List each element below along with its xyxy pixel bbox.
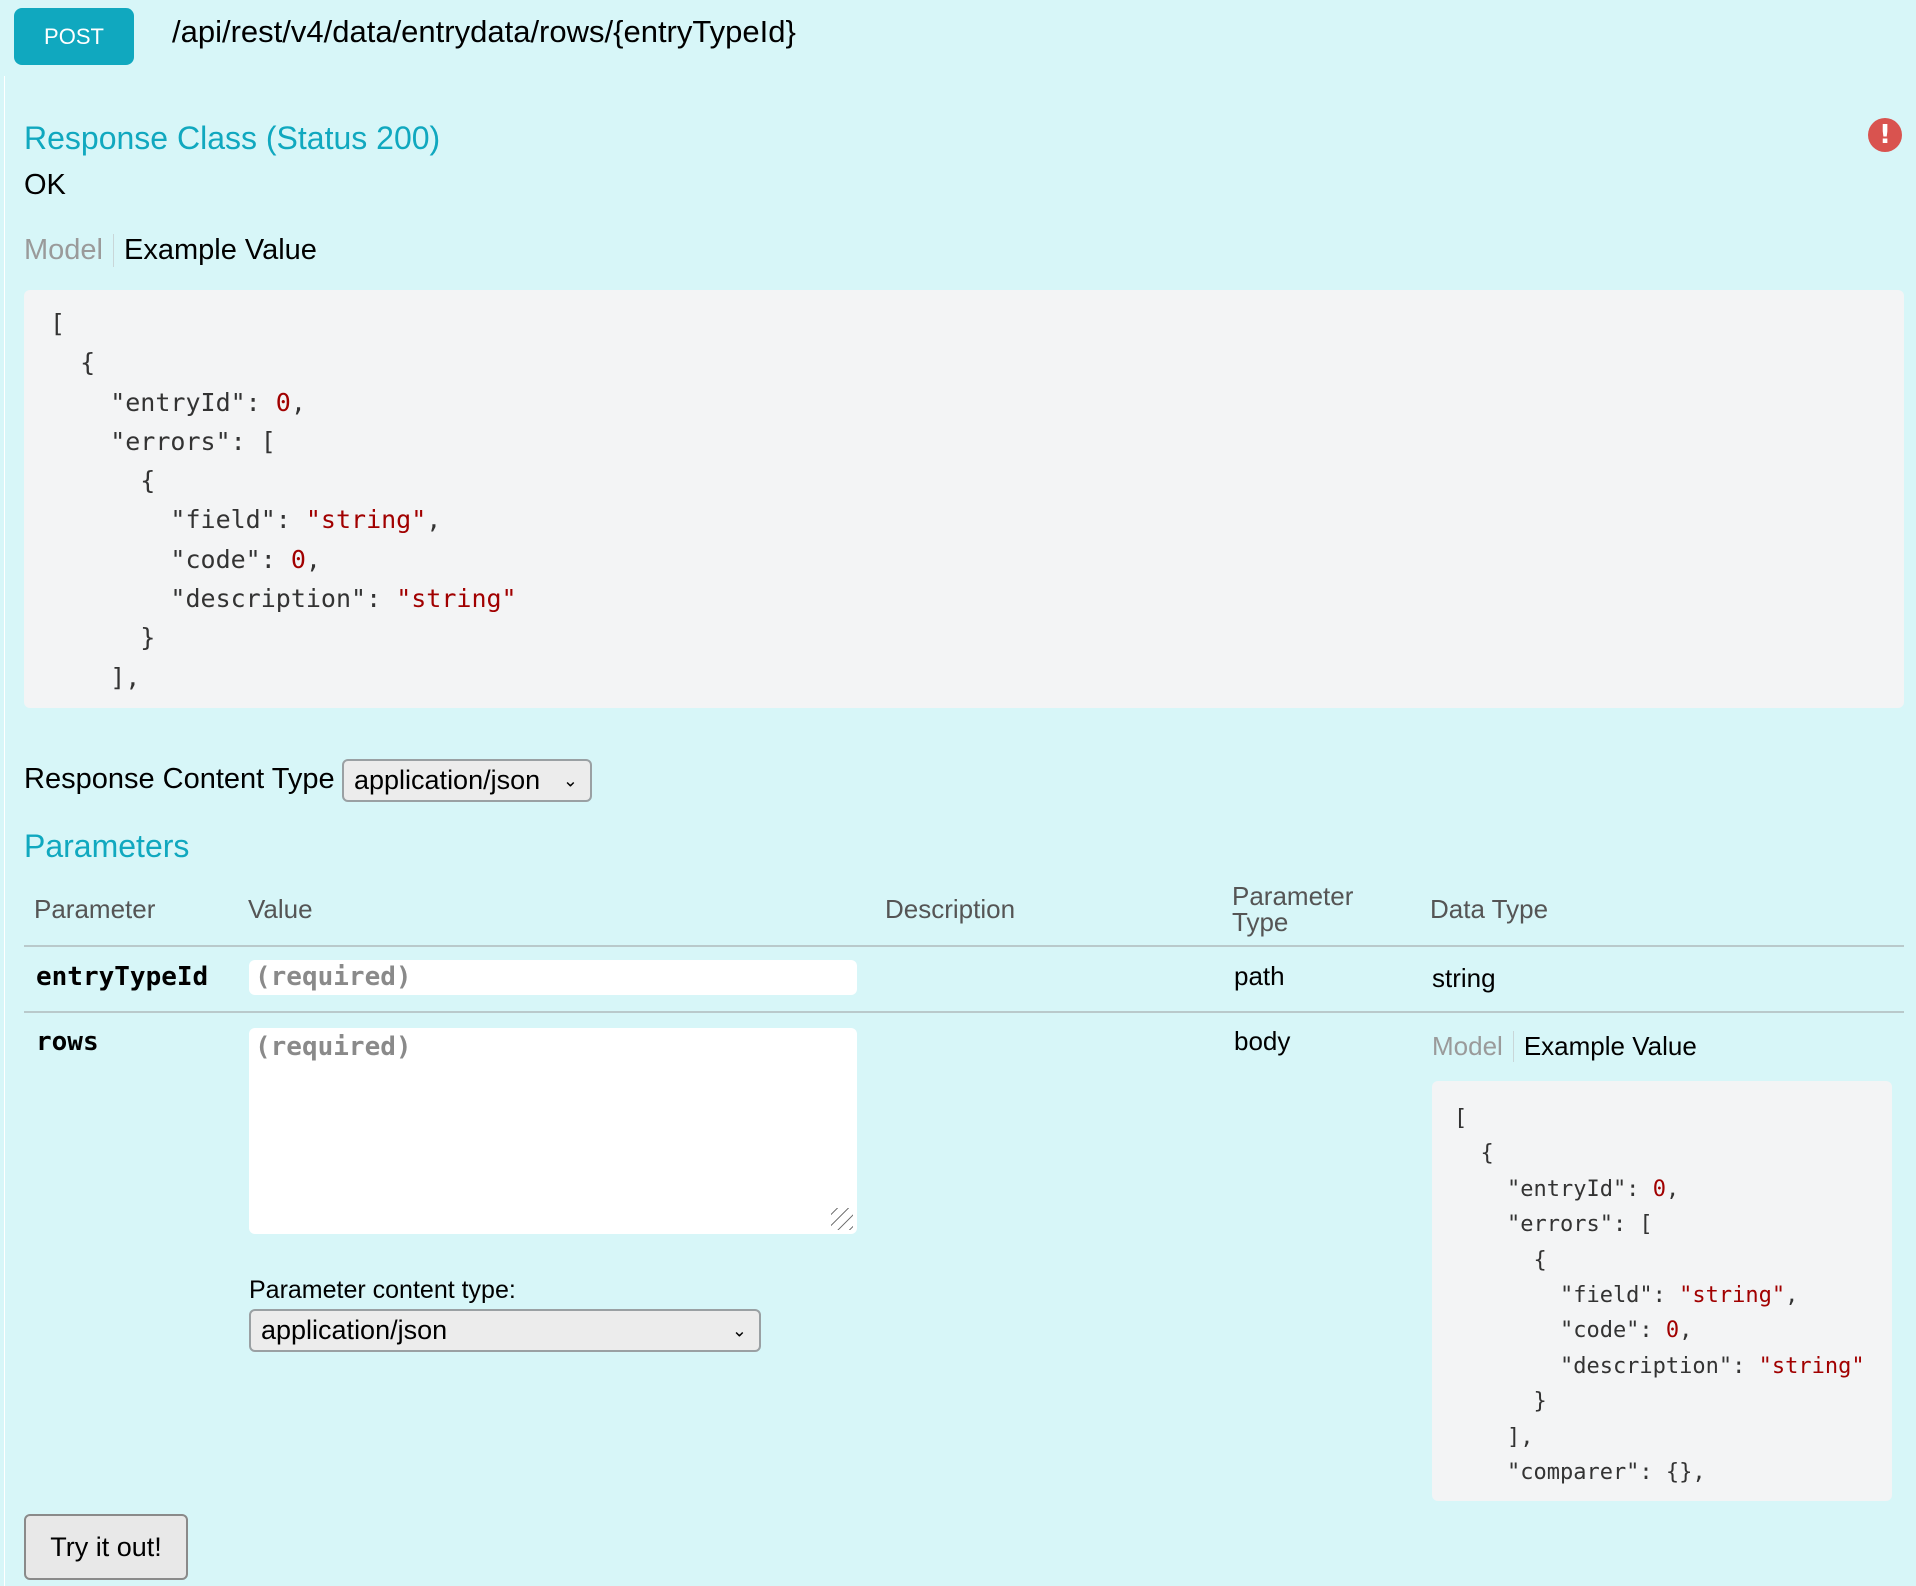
code-line: { xyxy=(50,348,96,378)
parameter-content-type-select[interactable]: application/json ⌄ xyxy=(249,1309,761,1352)
response-example-code[interactable]: [ { "entryId": 0, "errors": [ { "field":… xyxy=(24,290,1904,708)
param-name-rows: rows xyxy=(36,1027,99,1057)
tab-model[interactable]: Model xyxy=(1432,1031,1514,1062)
col-header-description: Description xyxy=(885,894,1016,924)
param-name-entrytypeid: entryTypeId xyxy=(36,962,209,992)
http-method-badge[interactable]: POST xyxy=(14,8,134,65)
tab-example-value[interactable]: Example Value xyxy=(1514,1031,1697,1062)
rows-example-code[interactable]: [ { "entryId": 0, "errors": [ { "field":… xyxy=(1432,1081,1892,1501)
param-type-entrytypeid: path xyxy=(1234,961,1285,991)
code-line: [ xyxy=(1454,1106,1468,1131)
rows-model-tabs: Model Example Value xyxy=(1432,1031,1697,1062)
parameter-content-type-label: Parameter content type: xyxy=(249,1276,516,1304)
table-row-divider xyxy=(24,1011,1904,1013)
data-type-entrytypeid: string xyxy=(1432,963,1496,993)
col-header-data-type: Data Type xyxy=(1430,894,1549,924)
col-header-parameter: Parameter xyxy=(34,894,156,924)
endpoint-path[interactable]: /api/rest/v4/data/entrydata/rows/{entryT… xyxy=(172,14,796,50)
response-content-type-select[interactable]: application/json ⌄ xyxy=(342,759,592,802)
code-line: { xyxy=(50,466,156,496)
col-header-parameter-type: Parameter Type xyxy=(1232,881,1354,937)
table-header-divider xyxy=(24,945,1904,947)
resize-handle[interactable] xyxy=(831,1208,853,1230)
code-line: [ xyxy=(50,309,66,338)
code-line: } xyxy=(1454,1389,1547,1415)
response-model-tabs: Model Example Value xyxy=(24,234,317,267)
code-line: { xyxy=(1454,1247,1547,1273)
code-line: "field": "string", xyxy=(50,505,442,535)
col-header-value: Value xyxy=(248,894,313,924)
code-line: "comparer": {}, xyxy=(1454,1460,1706,1486)
chevron-down-icon: ⌄ xyxy=(562,770,578,790)
code-line: ], xyxy=(1454,1424,1534,1450)
code-line: "errors": [ xyxy=(1454,1212,1653,1238)
try-it-out-button[interactable]: Try it out! xyxy=(24,1514,188,1580)
code-line: "code": 0, xyxy=(1454,1318,1693,1344)
parameter-content-type-value: application/json xyxy=(261,1315,448,1345)
code-line: ], xyxy=(50,662,141,692)
code-line: "field": "string", xyxy=(1454,1283,1799,1309)
code-line: "code": 0, xyxy=(50,544,321,574)
code-line: } xyxy=(50,623,156,653)
response-class-heading: Response Class (Status 200) xyxy=(24,120,441,156)
validation-error-icon[interactable]: ! xyxy=(1868,118,1902,152)
chevron-down-icon: ⌄ xyxy=(731,1320,747,1340)
operation-header[interactable]: POST /api/rest/v4/data/entrydata/rows/{e… xyxy=(0,0,1916,72)
code-line: "errors": [ xyxy=(50,426,276,456)
response-status-text: OK xyxy=(24,169,66,201)
response-content-type-label: Response Content Type xyxy=(24,763,335,795)
code-line: "entryId": 0, xyxy=(50,387,306,417)
rows-textarea[interactable]: (required) xyxy=(249,1028,857,1234)
code-line: "description": "string" xyxy=(1454,1353,1865,1379)
code-line: "description": "string" xyxy=(50,584,517,614)
response-content-type-value: application/json xyxy=(354,765,541,795)
code-line: "entryId": 0, xyxy=(1454,1176,1680,1202)
tab-model[interactable]: Model xyxy=(24,234,114,267)
entrytypeid-input[interactable]: (required) xyxy=(249,960,857,995)
parameters-heading: Parameters xyxy=(24,828,190,864)
tab-example-value[interactable]: Example Value xyxy=(114,234,317,267)
param-type-rows: body xyxy=(1234,1026,1291,1056)
code-line: { xyxy=(1454,1141,1494,1167)
rows-textarea-placeholder: (required) xyxy=(255,1032,412,1062)
